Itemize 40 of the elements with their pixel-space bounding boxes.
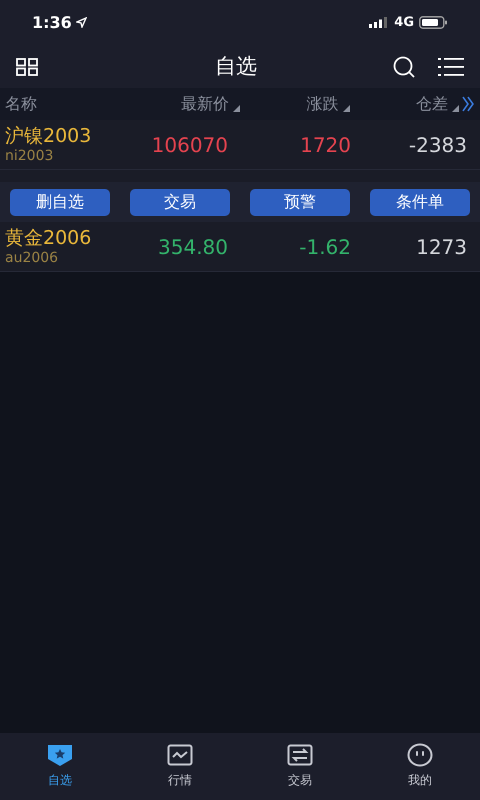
price-cell-text: 354.80: [158, 234, 228, 260]
action-button[interactable]: 交易: [130, 188, 230, 216]
change-cell-text: -1.62: [299, 234, 351, 260]
search-button[interactable]: [392, 56, 416, 78]
price-cell-text: 106070: [152, 132, 228, 158]
location-arrow-icon: [76, 17, 87, 28]
tab-bar-item[interactable]: 我的: [360, 743, 480, 789]
action-button[interactable]: 删自选: [10, 188, 110, 216]
contract-name: 黄金2006: [5, 228, 92, 248]
column-header: 名称: [5, 93, 37, 115]
contract-code: ni2003: [5, 148, 54, 162]
star-badge-icon: [47, 743, 73, 767]
column-header[interactable]: 最新价: [181, 92, 240, 116]
double-chevron-icon[interactable]: [461, 96, 475, 112]
chart-icon: [167, 744, 193, 766]
list-menu-button[interactable]: [438, 56, 464, 76]
change-cell-text: 1720: [300, 132, 351, 158]
sort-icon: [452, 105, 460, 112]
exchange-icon: [287, 744, 313, 766]
contract-code: au2006: [5, 250, 60, 264]
sort-icon: [233, 105, 240, 112]
action-button[interactable]: 预警: [250, 188, 350, 216]
network-label: 4G: [394, 14, 414, 32]
sort-icon: [342, 105, 350, 112]
quote-row[interactable]: 沪镍2003 ni2003 106070 1720 -2383: [0, 120, 480, 170]
signal-icon: [369, 17, 390, 28]
quote-row[interactable]: 黄金2006 au2006 354.80 -1.62 1273: [0, 222, 480, 272]
oi-change-cell-text: -2383: [408, 132, 467, 158]
column-header[interactable]: 仓差: [416, 92, 460, 116]
tab-bar-item[interactable]: 自选: [0, 743, 120, 789]
oi-change-cell-text: 1273: [416, 234, 467, 260]
tab-bar-item[interactable]: 行情: [120, 743, 240, 789]
status-time: 1:36: [32, 12, 72, 34]
contract-name: 沪镍2003: [5, 126, 92, 146]
tab-bar-item[interactable]: 交易: [240, 743, 360, 789]
column-header[interactable]: 涨跌: [306, 92, 350, 116]
smiley-icon: [407, 743, 433, 767]
page-title: 自选: [214, 52, 258, 80]
battery-icon: [419, 16, 448, 29]
action-button[interactable]: 条件单: [370, 188, 470, 216]
